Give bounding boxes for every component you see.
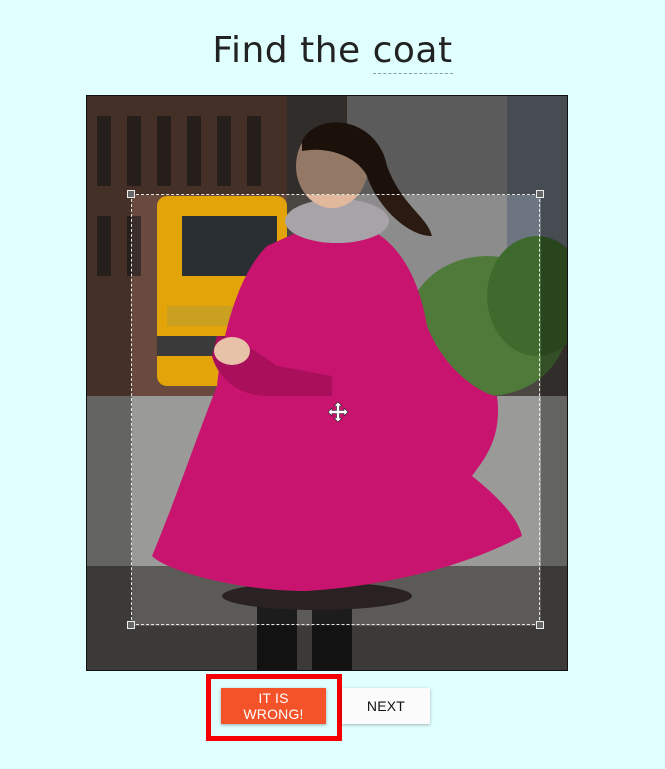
- title-target-word: coat: [372, 30, 453, 74]
- page-title: Find the coat: [0, 30, 665, 74]
- move-icon[interactable]: [327, 401, 349, 423]
- crop-selection-box[interactable]: [127, 190, 544, 629]
- title-prefix: Find the: [212, 30, 361, 71]
- it-is-wrong-button[interactable]: IT IS WRONG!: [221, 688, 326, 724]
- crop-handle-top-right[interactable]: [536, 190, 544, 198]
- crop-handle-bottom-right[interactable]: [536, 621, 544, 629]
- crop-handle-top-left[interactable]: [127, 190, 135, 198]
- crop-handle-bottom-left[interactable]: [127, 621, 135, 629]
- next-button[interactable]: NEXT: [342, 688, 430, 724]
